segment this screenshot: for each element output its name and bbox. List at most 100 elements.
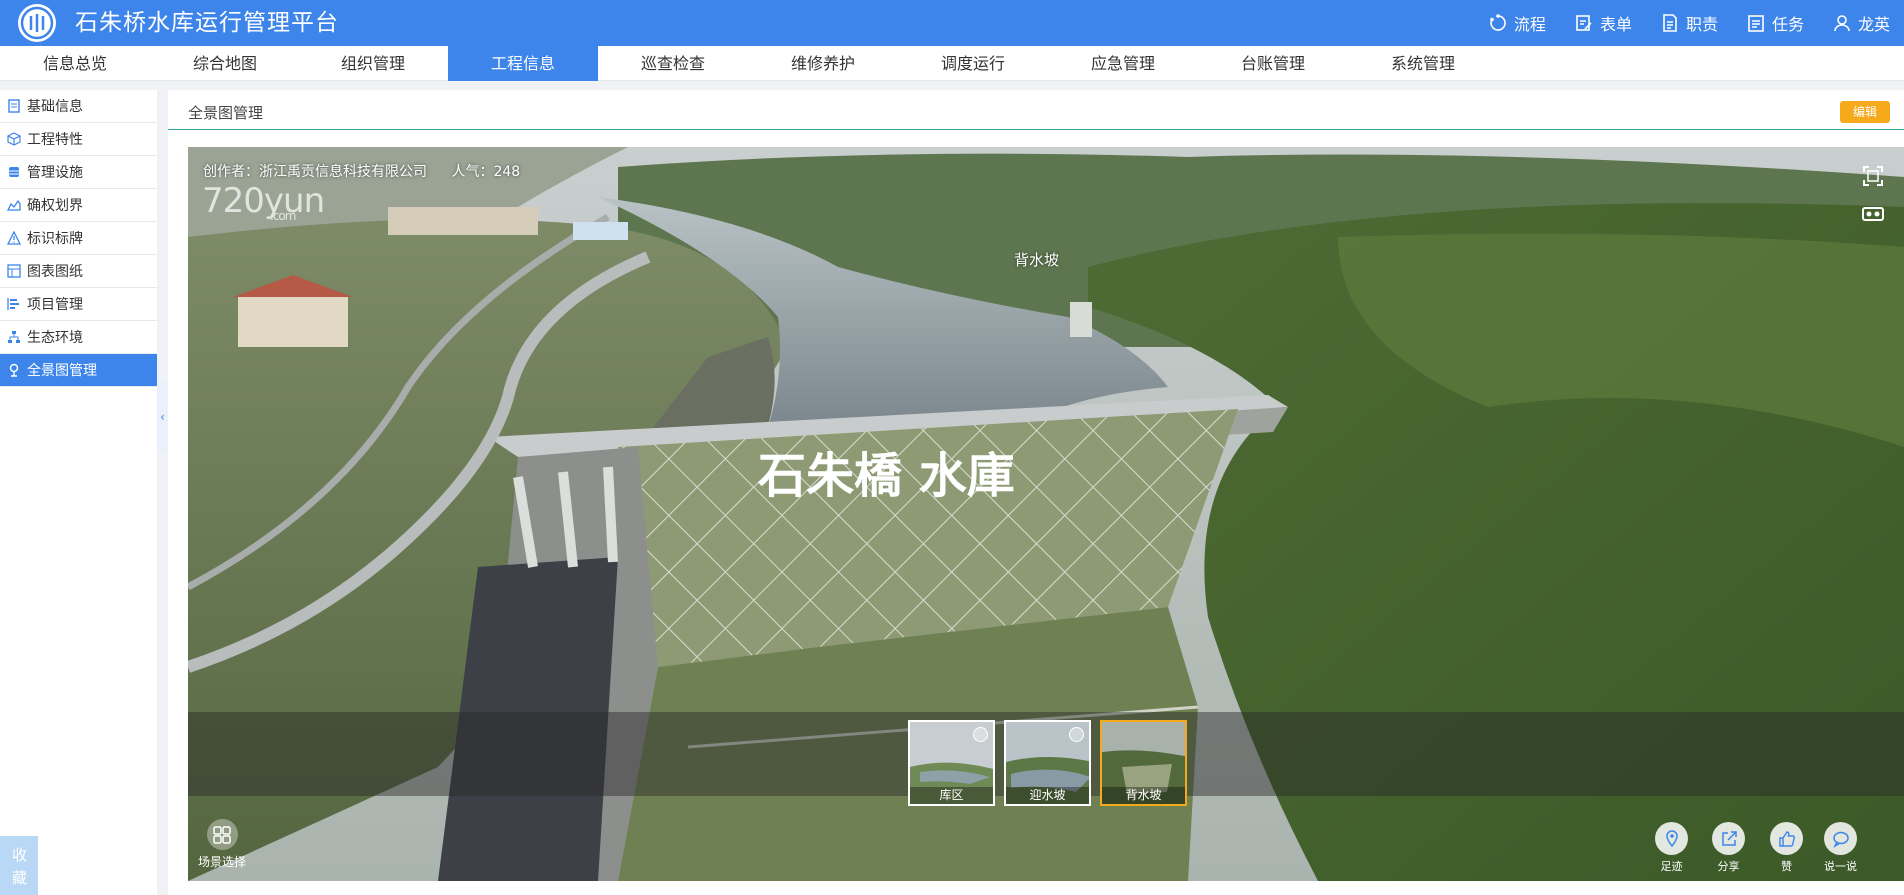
scene-thumbnail-strip: 库区 迎水坡 背水坡	[188, 712, 1904, 806]
creator-info: 创作者：浙江禹贡信息科技有限公司 人气：248	[203, 161, 540, 181]
sidebar-item-drawings[interactable]: 图表图纸	[0, 255, 157, 288]
comment-button[interactable]: 说一说	[1824, 822, 1857, 874]
fullscreen-icon	[1863, 166, 1883, 186]
sidebar-item-label: 生态环境	[27, 330, 83, 346]
vr-glasses-icon	[1862, 207, 1884, 221]
main-nav: 信息总览 综合地图 组织管理 工程信息 巡查检查 维修养护 调度运行 应急管理 …	[0, 46, 1904, 81]
sidebar-item-label: 项目管理	[27, 297, 83, 313]
thumbs-up-icon	[1778, 830, 1795, 847]
thumb-label: 背水坡	[1102, 787, 1185, 804]
tab-organization[interactable]: 组织管理	[298, 46, 448, 81]
sidebar-item-boundary[interactable]: 确权划界	[0, 189, 157, 222]
gantt-icon	[7, 298, 19, 310]
like-label: 赞	[1781, 860, 1792, 873]
sidebar-item-basic-info[interactable]: 基础信息	[0, 90, 157, 123]
watermark-logo: 720yun .com	[202, 181, 325, 223]
scene-thumb-downstream[interactable]: 背水坡	[1100, 720, 1187, 806]
refresh-flow-icon	[1490, 14, 1506, 31]
database-icon	[9, 167, 19, 177]
fullscreen-button[interactable]	[1858, 161, 1888, 191]
chevron-left-icon: ‹	[160, 410, 165, 424]
footprint-label: 足迹	[1660, 860, 1683, 873]
tab-system[interactable]: 系统管理	[1348, 46, 1498, 81]
sidebar-item-panorama[interactable]: 全景图管理	[0, 354, 157, 387]
task-button[interactable]: 任务	[1746, 11, 1804, 35]
tab-emergency[interactable]: 应急管理	[1048, 46, 1198, 81]
edit-button[interactable]: 编辑	[1840, 101, 1890, 123]
like-button[interactable]: 赞	[1770, 822, 1803, 874]
app-header: 石朱桥水库运行管理平台 流程 表单 职责 任务 龙英	[0, 0, 1904, 46]
comment-label: 说一说	[1824, 860, 1857, 873]
thumb-check-icon	[973, 727, 988, 742]
grid-icon	[213, 825, 231, 844]
tab-dispatch[interactable]: 调度运行	[898, 46, 1048, 81]
share-button[interactable]: 分享	[1712, 822, 1745, 874]
sidebar-item-features[interactable]: 工程特性	[0, 123, 157, 156]
vr-mode-button[interactable]	[1858, 199, 1888, 229]
footprint-pin-icon	[1665, 829, 1678, 847]
scene-thumb-reservoir[interactable]: 库区	[908, 720, 995, 806]
flow-button[interactable]: 流程	[1488, 11, 1546, 35]
sidebar-item-facilities[interactable]: 管理设施	[0, 156, 157, 189]
scene-select-button[interactable]: 场景选择	[198, 819, 246, 870]
share-icon	[1721, 830, 1737, 846]
sidebar-item-label: 全景图管理	[27, 363, 97, 379]
sidebar-item-ecology[interactable]: 生态环境	[0, 321, 157, 354]
thumb-check-icon	[1069, 727, 1084, 742]
task-label: 任务	[1771, 15, 1804, 34]
sidebar-item-label: 基础信息	[27, 99, 83, 115]
page-title: 全景图管理	[188, 104, 264, 122]
tab-ledger[interactable]: 台账管理	[1198, 46, 1348, 81]
map-pin-icon	[9, 363, 19, 377]
document-icon	[1663, 14, 1677, 32]
sidebar-item-label: 工程特性	[27, 132, 83, 148]
comment-icon	[1832, 831, 1849, 848]
tab-map[interactable]: 综合地图	[150, 46, 300, 81]
tab-inspection[interactable]: 巡查检查	[598, 46, 748, 81]
sidebar-item-label: 图表图纸	[27, 264, 83, 280]
file-icon	[8, 99, 20, 113]
scene-hotspot[interactable]: 背水坡	[1014, 249, 1059, 270]
thumb-label: 库区	[910, 787, 993, 804]
thumb-label: 迎水坡	[1006, 787, 1089, 804]
sidebar-item-signs[interactable]: 标识标牌	[0, 222, 157, 255]
task-list-icon	[1748, 15, 1764, 32]
panorama-viewer[interactable]: 石朱橋 水庫 创作者：浙江禹贡信息科技有限公司 人气：248 720yun .co…	[188, 147, 1904, 881]
popularity-label: 人气：248	[451, 164, 521, 180]
sidebar-item-label: 标识标牌	[27, 231, 83, 247]
app-title: 石朱桥水库运行管理平台	[75, 10, 339, 36]
sidebar-collapse-handle[interactable]: ‹	[157, 380, 168, 454]
tab-engineering[interactable]: 工程信息	[448, 46, 598, 81]
user-icon	[1834, 15, 1850, 32]
warning-sign-icon	[7, 231, 21, 245]
share-label: 分享	[1717, 860, 1740, 873]
duty-label: 职责	[1685, 15, 1718, 34]
flow-label: 流程	[1513, 15, 1546, 34]
content-header: 全景图管理 编辑	[168, 90, 1904, 130]
cube-icon	[7, 132, 21, 146]
form-label: 表单	[1599, 15, 1632, 34]
scene-select-label: 场景选择	[198, 855, 247, 869]
sidebar: 基础信息 工程特性 管理设施 确权划界 标识标牌 图表图纸 项目管理 生态环境 …	[0, 90, 157, 895]
header-actions: 流程 表单 职责 任务 龙英	[1460, 0, 1890, 46]
app-logo	[18, 4, 56, 42]
footprint-button[interactable]: 足迹	[1655, 822, 1688, 874]
sidebar-item-projects[interactable]: 项目管理	[0, 288, 157, 321]
tab-maintenance[interactable]: 维修养护	[748, 46, 898, 81]
form-button[interactable]: 表单	[1574, 11, 1632, 35]
hierarchy-icon	[8, 331, 20, 343]
tab-overview[interactable]: 信息总览	[0, 46, 150, 81]
creator-label: 创作者：浙江禹贡信息科技有限公司	[203, 164, 427, 180]
sidebar-item-label: 确权划界	[27, 198, 83, 214]
area-chart-icon	[7, 199, 21, 211]
layout-icon	[7, 264, 21, 278]
duty-button[interactable]: 职责	[1660, 11, 1718, 35]
scene-thumb-upstream[interactable]: 迎水坡	[1004, 720, 1091, 806]
form-edit-icon	[1576, 15, 1592, 31]
sidebar-item-label: 管理设施	[27, 165, 83, 181]
user-menu[interactable]: 龙英	[1832, 11, 1890, 35]
dam-sign-text: 石朱橋 水庫	[758, 448, 1015, 504]
user-name: 龙英	[1857, 15, 1890, 34]
content-panel: 全景图管理 编辑 石朱橋 水庫 创作者：浙江禹贡信息科技有限公司 人气：248 …	[168, 90, 1904, 895]
favorites-tab[interactable]: 收藏	[0, 836, 38, 895]
